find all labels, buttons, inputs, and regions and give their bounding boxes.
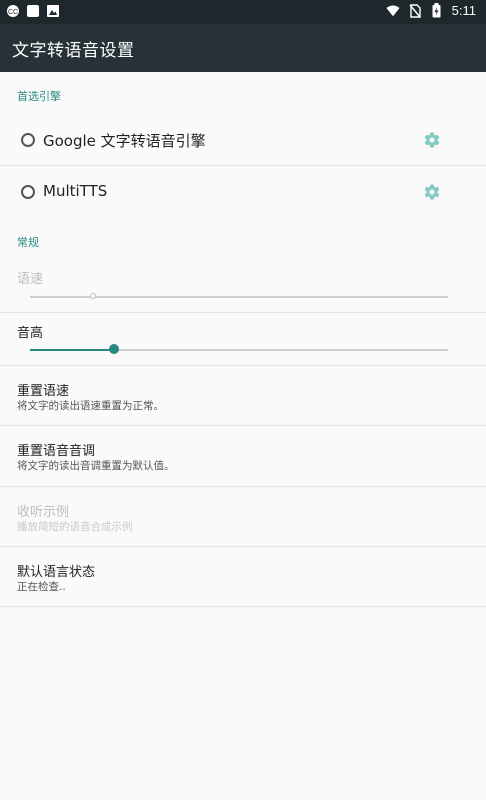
- reset-rate-summary: 将文字的读出语速重置为正常。: [17, 400, 164, 412]
- status-bar: CC 5:11: [0, 0, 486, 24]
- reset-pitch-item[interactable]: 重置语音音调 将文字的读出音调重置为默认值。: [0, 426, 486, 486]
- gear-icon[interactable]: [423, 183, 441, 201]
- reset-pitch-title: 重置语音音调: [17, 444, 96, 459]
- slider-fill: [30, 296, 93, 298]
- battery-icon: [430, 3, 444, 18]
- slider-fill: [30, 349, 114, 351]
- engine-label: Google 文字转语音引擎: [43, 132, 206, 150]
- reset-rate-title: 重置语速: [17, 384, 70, 399]
- engine-row-multitts[interactable]: MultiTTS: [0, 166, 486, 218]
- page-title: 文字转语音设置: [12, 41, 135, 61]
- default-language-status-item[interactable]: 默认语言状态 正在检查..: [0, 547, 486, 606]
- reset-pitch-summary: 将文字的读出音调重置为默认值。: [17, 460, 175, 472]
- speech-rate-slider[interactable]: [30, 293, 448, 299]
- wifi-icon: [386, 4, 400, 18]
- engine-label: MultiTTS: [43, 182, 108, 200]
- app-bar: 文字转语音设置: [0, 24, 486, 72]
- status-right-icons: 5:11: [386, 3, 476, 18]
- radio-button[interactable]: [21, 133, 35, 147]
- pitch-title: 音高: [17, 326, 44, 341]
- no-sim-icon: [408, 3, 422, 18]
- divider: [0, 606, 486, 607]
- slider-thumb[interactable]: [89, 293, 96, 299]
- listen-example-title: 收听示例: [17, 505, 70, 520]
- engine-row-google[interactable]: Google 文字转语音引擎: [0, 114, 486, 166]
- section-header-preferred-engine: 首选引擎: [17, 90, 61, 103]
- settings-content: 首选引擎 Google 文字转语音引擎 MultiTTS 常规 语速 音高 重置…: [0, 72, 486, 800]
- divider: [0, 312, 486, 313]
- image-icon: [46, 4, 60, 18]
- speech-rate-title: 语速: [17, 272, 44, 287]
- listen-example-item[interactable]: 收听示例 播放简短的语音合成示例: [0, 487, 486, 546]
- section-header-general: 常规: [17, 236, 39, 249]
- default-language-status-title: 默认语言状态: [17, 565, 96, 580]
- listen-example-summary: 播放简短的语音合成示例: [17, 521, 133, 533]
- cc-icon: CC: [6, 4, 20, 18]
- status-time: 5:11: [451, 3, 476, 18]
- reset-rate-item[interactable]: 重置语速 将文字的读出语速重置为正常。: [0, 366, 486, 425]
- radio-button[interactable]: [21, 185, 35, 199]
- app-icon: [26, 4, 40, 18]
- slider-thumb[interactable]: [108, 344, 119, 354]
- default-language-status-summary: 正在检查..: [17, 581, 66, 593]
- gear-icon[interactable]: [423, 131, 441, 149]
- status-left-icons: CC: [6, 4, 60, 18]
- pitch-slider[interactable]: [30, 344, 448, 354]
- svg-text:CC: CC: [8, 9, 18, 16]
